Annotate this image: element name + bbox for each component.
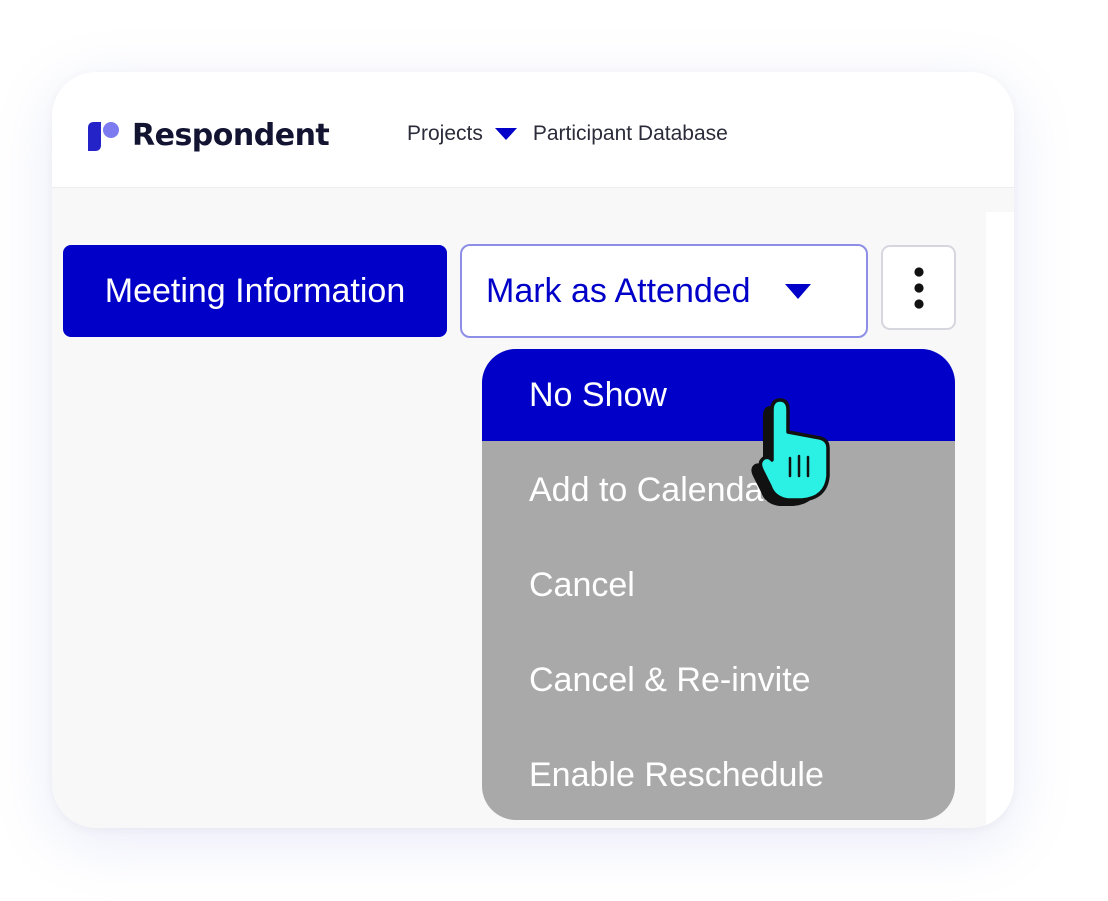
menu-item-label: Cancel xyxy=(529,565,635,604)
kebab-menu-icon xyxy=(913,266,924,309)
menu-item-label: Add to Calendar xyxy=(529,470,775,509)
menu-item-add-to-calendar[interactable]: Add to Calendar xyxy=(482,444,955,536)
menu-item-cancel-reinvite[interactable]: Cancel & Re-invite xyxy=(482,634,955,726)
nav-projects[interactable]: Projects xyxy=(407,122,483,146)
nav-participant-database[interactable]: Participant Database xyxy=(533,122,728,146)
menu-item-enable-reschedule[interactable]: Enable Reschedule xyxy=(482,729,955,820)
menu-item-label: Cancel & Re-invite xyxy=(529,660,811,699)
meeting-information-label: Meeting Information xyxy=(104,271,406,310)
more-options-button[interactable] xyxy=(881,245,956,330)
menu-item-label: Enable Reschedule xyxy=(529,755,824,794)
brand-logo[interactable]: Respondent xyxy=(86,118,330,153)
top-header: Respondent Projects Participant Database xyxy=(52,72,1014,188)
menu-item-label: No Show xyxy=(529,375,667,414)
meeting-information-button[interactable]: Meeting Information xyxy=(63,245,447,337)
app-window: Respondent Projects Participant Database… xyxy=(52,72,1014,828)
menu-item-no-show[interactable]: No Show xyxy=(482,349,955,441)
content-panel-edge xyxy=(986,212,1014,828)
brand-name: Respondent xyxy=(132,118,330,153)
caret-down-icon[interactable] xyxy=(494,128,517,140)
respondent-logo-icon xyxy=(88,121,119,151)
top-nav: Projects Participant Database xyxy=(407,122,728,146)
mark-as-attended-label: Mark as Attended xyxy=(486,271,751,310)
status-dropdown-menu: No Show Add to Calendar Cancel Cancel & … xyxy=(482,349,955,820)
caret-down-icon xyxy=(784,283,811,299)
mark-as-attended-dropdown[interactable]: Mark as Attended xyxy=(460,244,868,338)
menu-item-cancel[interactable]: Cancel xyxy=(482,539,955,631)
